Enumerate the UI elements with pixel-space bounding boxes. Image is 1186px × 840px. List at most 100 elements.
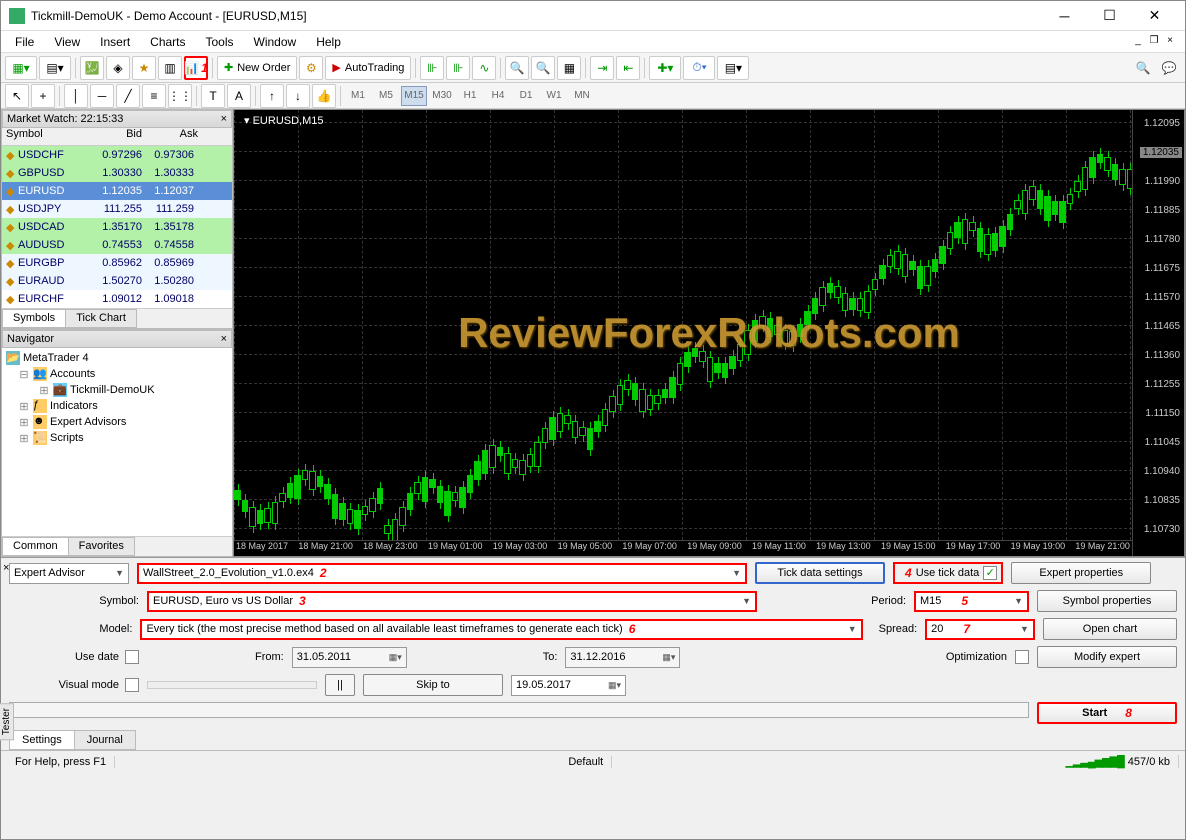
market-watch-row[interactable]: ◆USDJPY111.255111.259 [2,200,232,218]
tree-indicators[interactable]: ⊞ƒIndicators [4,398,230,414]
market-watch-row[interactable]: ◆USDCAD1.351701.35178 [2,218,232,236]
market-watch-row[interactable]: ◆AUDUSD0.745530.74558 [2,236,232,254]
menu-view[interactable]: View [44,33,90,51]
open-chart-button[interactable]: Open chart [1043,618,1177,640]
tf-mn[interactable]: MN [569,86,595,106]
tree-account-item[interactable]: ⊞💼Tickmill-DemoUK [4,382,230,398]
tab-journal[interactable]: Journal [74,730,136,750]
autoscroll-icon[interactable]: ⇥ [590,56,614,80]
profiles-icon[interactable]: ▤▾ [39,56,71,80]
new-chart-icon[interactable]: ▦▾ [5,56,37,80]
skip-date[interactable]: 19.05.2017▦▾ [511,675,626,696]
arrow-icon[interactable]: ↑ [260,84,284,108]
tf-m30[interactable]: M30 [429,86,455,106]
navigator-close-icon[interactable]: × [221,333,227,345]
model-dropdown[interactable]: Every tick (the most precise method base… [140,619,862,640]
close-button[interactable]: ✕ [1132,2,1177,30]
mdi-close-icon[interactable]: × [1163,35,1177,49]
tab-symbols[interactable]: Symbols [2,309,66,328]
zoom-out-icon[interactable]: 🔍 [531,56,555,80]
candle-chart-icon[interactable]: ⊪ [446,56,470,80]
expert-properties-button[interactable]: Expert properties [1011,562,1151,584]
shift-icon[interactable]: ⇤ [616,56,640,80]
navigator-icon[interactable]: ★ [132,56,156,80]
vline-icon[interactable]: │ [64,84,88,108]
line-chart-icon[interactable]: ∿ [472,56,496,80]
tester-panel-label[interactable]: Tester [0,703,14,740]
pause-button[interactable]: || [325,674,355,696]
indicators-icon[interactable]: ✚▾ [649,56,681,80]
speed-slider[interactable] [147,681,317,689]
tab-common[interactable]: Common [2,537,69,556]
data-window-icon[interactable]: ◈ [106,56,130,80]
menu-file[interactable]: File [5,33,44,51]
new-order-button[interactable]: ✚New Order [217,56,297,80]
trendline-icon[interactable]: ╱ [116,84,140,108]
terminal-icon[interactable]: ▥ [158,56,182,80]
use-date-checkbox[interactable] [125,650,139,664]
metaquotes-icon[interactable]: ⚙ [299,56,323,80]
market-watch-row[interactable]: ◆EURAUD1.502701.50280 [2,272,232,290]
arrow-dn-icon[interactable]: ↓ [286,84,310,108]
tree-scripts[interactable]: ⊞📜Scripts [4,430,230,446]
optimization-checkbox[interactable] [1015,650,1029,664]
test-type-dropdown[interactable]: Expert Advisor▼ [9,563,129,584]
thumb-icon[interactable]: 👍 [312,84,336,108]
text-icon[interactable]: T [201,84,225,108]
mdi-max-icon[interactable]: ❐ [1147,35,1161,49]
market-watch-row[interactable]: ◆GBPUSD1.303301.30333 [2,164,232,182]
tab-settings[interactable]: Settings [9,730,75,750]
ea-dropdown[interactable]: WallStreet_2.0_Evolution_v1.0.ex42▼ [137,563,747,584]
period-dropdown[interactable]: M155▼ [914,591,1029,612]
tree-experts[interactable]: ⊞☻Expert Advisors [4,414,230,430]
tree-root[interactable]: 📂MetaTrader 4 [4,350,230,366]
use-tick-checkbox[interactable] [983,566,997,580]
zoom-in-icon[interactable]: 🔍 [505,56,529,80]
strategy-tester-icon[interactable]: 📊1 [184,56,208,80]
tab-favorites[interactable]: Favorites [68,537,135,556]
bar-chart-icon[interactable]: ⊪ [420,56,444,80]
autotrading-button[interactable]: ▶AutoTrading [325,56,411,80]
symbol-properties-button[interactable]: Symbol properties [1037,590,1177,612]
channel-icon[interactable]: ≡ [142,84,166,108]
templates-icon[interactable]: ▤▾ [717,56,749,80]
chart[interactable]: ▾ EURUSD,M15 ReviewForexRobots.com 1.120… [233,109,1185,557]
hline-icon[interactable]: ─ [90,84,114,108]
label-icon[interactable]: A [227,84,251,108]
start-button[interactable]: Start8 [1037,702,1177,724]
spread-dropdown[interactable]: 207▼ [925,619,1035,640]
market-watch-row[interactable]: ◆EURGBP0.859620.85969 [2,254,232,272]
menu-window[interactable]: Window [244,33,307,51]
tick-data-settings-button[interactable]: Tick data settings [755,562,885,584]
tf-h1[interactable]: H1 [457,86,483,106]
tf-d1[interactable]: D1 [513,86,539,106]
from-date[interactable]: 31.05.2011▦▾ [292,647,407,668]
tf-m15[interactable]: M15 [401,86,427,106]
search-icon[interactable]: 🔍 [1131,56,1155,80]
symbol-dropdown[interactable]: EURUSD, Euro vs US Dollar3▼ [147,591,757,612]
menu-tools[interactable]: Tools [196,33,244,51]
crosshair-icon[interactable]: + [31,84,55,108]
tf-h4[interactable]: H4 [485,86,511,106]
periodicity-icon[interactable]: ⏱▾ [683,56,715,80]
mdi-min-icon[interactable]: _ [1131,35,1145,49]
cursor-icon[interactable]: ↖ [5,84,29,108]
visual-mode-checkbox[interactable] [125,678,139,692]
market-watch-row[interactable]: ◆USDCHF0.972960.97306 [2,146,232,164]
menu-insert[interactable]: Insert [90,33,140,51]
tf-m5[interactable]: M5 [373,86,399,106]
tf-m1[interactable]: M1 [345,86,371,106]
menu-charts[interactable]: Charts [140,33,195,51]
chat-icon[interactable]: 💬 [1157,56,1181,80]
market-watch-close-icon[interactable]: × [221,113,227,125]
market-watch-row[interactable]: ◆EURCHF1.090121.09018 [2,290,232,308]
market-watch-icon[interactable]: 💹 [80,56,104,80]
tf-w1[interactable]: W1 [541,86,567,106]
maximize-button[interactable]: ☐ [1087,2,1132,30]
fibo-icon[interactable]: ⋮⋮ [168,84,192,108]
modify-expert-button[interactable]: Modify expert [1037,646,1177,668]
tile-icon[interactable]: ▦ [557,56,581,80]
market-watch-row[interactable]: ◆EURUSD1.120351.12037 [2,182,232,200]
minimize-button[interactable]: ─ [1042,2,1087,30]
menu-help[interactable]: Help [306,33,351,51]
